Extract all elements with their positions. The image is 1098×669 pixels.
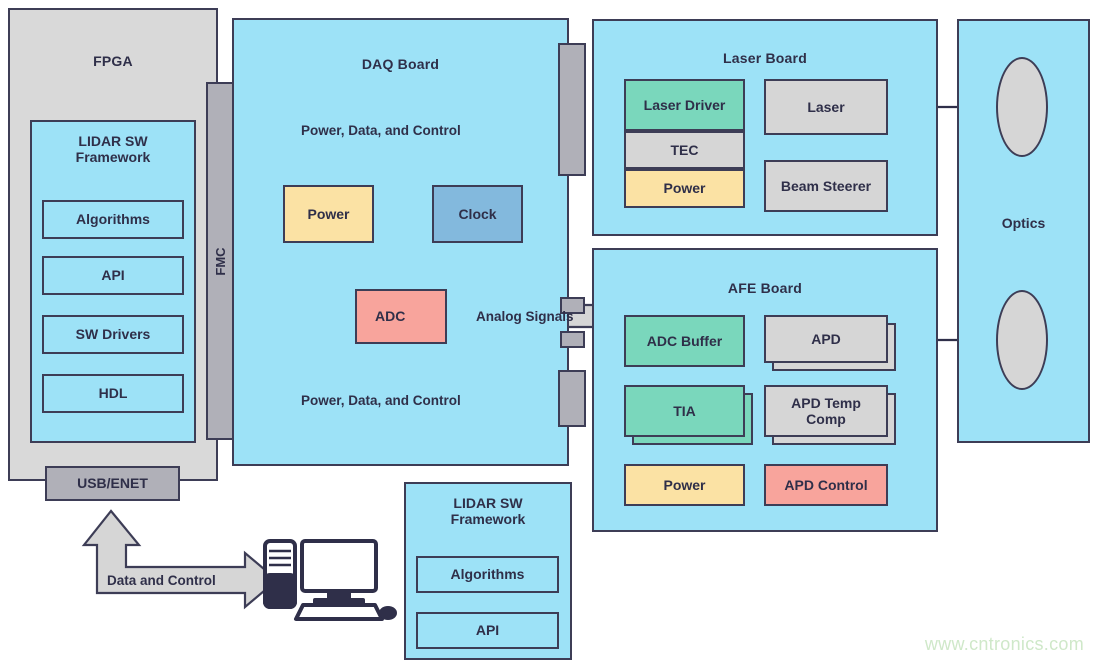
daq-connector-top[interactable]: [558, 43, 586, 176]
daq-adc-block[interactable]: ADC: [355, 289, 447, 344]
receive-lens-icon: [996, 290, 1048, 390]
fpga-item-algorithms[interactable]: Algorithms: [42, 200, 184, 239]
optics-title: Optics: [1001, 215, 1046, 231]
afe-board-title: AFE Board: [727, 280, 803, 296]
afe-power-block[interactable]: Power: [624, 464, 745, 506]
daq-connector-bottom[interactable]: [558, 370, 586, 427]
tec-block[interactable]: TEC: [624, 131, 745, 169]
laser-block[interactable]: Laser: [764, 79, 888, 135]
daq-power-block[interactable]: Power: [283, 185, 374, 243]
fpga-item-api[interactable]: API: [42, 256, 184, 295]
tia-block[interactable]: TIA: [624, 385, 745, 437]
beam-steerer-block[interactable]: Beam Steerer: [764, 160, 888, 212]
laser-board-title: Laser Board: [723, 50, 807, 66]
fpga-daq-top-arrow-label: Power, Data, and Control: [301, 123, 461, 138]
fpga-item-sw-drivers[interactable]: SW Drivers: [42, 315, 184, 354]
daq-connector-middle-lower[interactable]: [560, 331, 585, 348]
lidar-block-diagram: FPGA LIDAR SW Framework Algorithms API S…: [0, 0, 1098, 669]
adc-buffer-block[interactable]: ADC Buffer: [624, 315, 745, 367]
transmit-lens-icon: [996, 57, 1048, 157]
data-and-control-arrow-label: Data and Control: [107, 573, 216, 588]
apd-block-stack[interactable]: APD: [764, 315, 898, 373]
site-watermark: www.cntronics.com: [924, 634, 1084, 654]
daq-clock-block[interactable]: Clock: [432, 185, 523, 243]
analog-signals-arrow-label: Analog Signals: [476, 309, 574, 324]
host-item-api[interactable]: API: [416, 612, 559, 649]
host-framework-title: LIDAR SW Framework: [450, 495, 526, 527]
apd-temp-comp-stack[interactable]: APD Temp Comp: [764, 385, 898, 447]
apd-temp-comp-block[interactable]: APD Temp Comp: [764, 385, 888, 437]
apd-block[interactable]: APD: [764, 315, 888, 363]
laser-driver-block[interactable]: Laser Driver: [624, 79, 745, 131]
apd-control-block[interactable]: APD Control: [764, 464, 888, 506]
tia-block-stack[interactable]: TIA: [624, 385, 755, 447]
fmc-label: FMC: [213, 247, 228, 276]
usb-enet-port[interactable]: USB/ENET: [45, 466, 180, 501]
fpga-framework-title: LIDAR SW Framework: [75, 133, 151, 165]
data-and-control-arrow-shape: [81, 509, 279, 610]
daq-board-title: DAQ Board: [361, 56, 440, 72]
fpga-title: FPGA: [93, 53, 133, 69]
fpga-daq-bottom-arrow-label: Power, Data, and Control: [301, 393, 461, 408]
host-item-algorithms[interactable]: Algorithms: [416, 556, 559, 593]
desktop-computer-icon: [263, 539, 397, 621]
fpga-item-hdl[interactable]: HDL: [42, 374, 184, 413]
laser-power-block[interactable]: Power: [624, 169, 745, 208]
